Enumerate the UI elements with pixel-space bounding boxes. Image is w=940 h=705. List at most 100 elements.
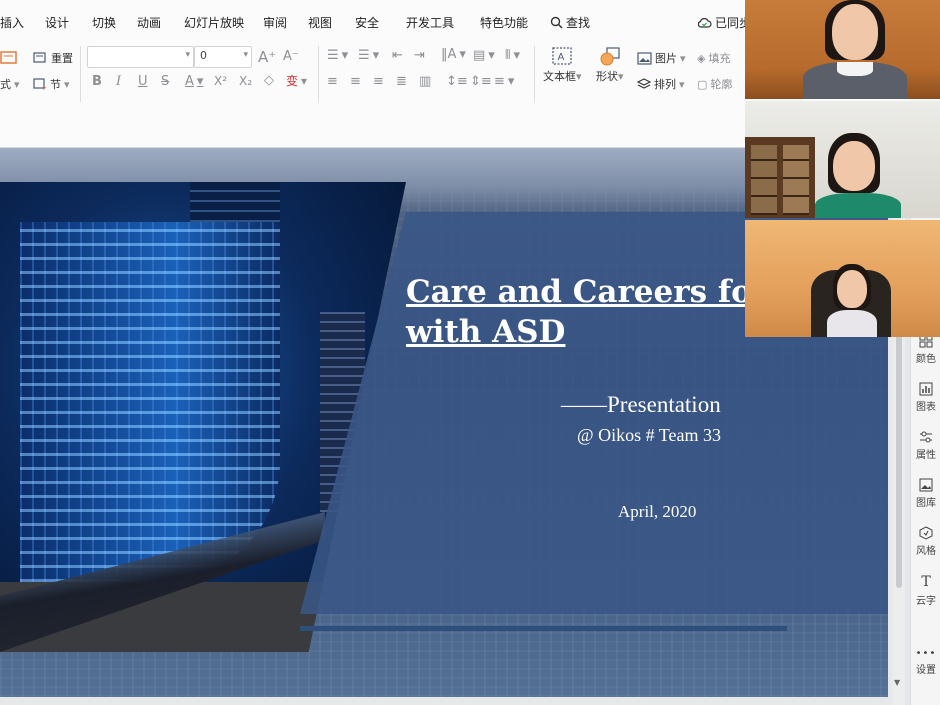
- text-direction-button[interactable]: ‖A ▾: [441, 47, 466, 62]
- superscript-button[interactable]: X²: [214, 74, 227, 88]
- grow-font-icon: A⁺: [258, 48, 277, 66]
- tab-transition[interactable]: 切换: [92, 14, 116, 31]
- strikethrough-button[interactable]: S: [161, 74, 169, 89]
- justify-button[interactable]: ≣: [396, 74, 407, 89]
- cloud-font-icon: T: [921, 574, 931, 590]
- font-name-input[interactable]: ▾: [87, 46, 194, 68]
- align-right-icon: ≡: [373, 74, 384, 89]
- align-center-button[interactable]: ≡: [350, 74, 361, 89]
- paragraph-spacing-button[interactable]: ⇕≡: [470, 74, 492, 89]
- text-layout-icon: ≡: [494, 74, 505, 89]
- fill-button[interactable]: ◈ 填充: [697, 50, 730, 66]
- align-text-button[interactable]: ▤ ▾: [473, 48, 495, 63]
- task-pane-properties[interactable]: 属性: [911, 430, 940, 461]
- slide-team-name[interactable]: @ Oikos # Team 33: [577, 425, 721, 446]
- line-spacing-icon: ↕≡: [446, 74, 468, 89]
- task-pane-label: 图库: [916, 498, 936, 509]
- chevron-down-icon: ▾: [185, 50, 190, 60]
- underline-button[interactable]: U: [138, 74, 148, 89]
- video-tile-participant-1[interactable]: [745, 0, 940, 99]
- tab-review[interactable]: 审阅: [263, 14, 287, 31]
- task-pane-cloud-font[interactable]: T 云字: [911, 574, 940, 607]
- outline-button[interactable]: ▢ 轮廓: [697, 76, 732, 92]
- ribbon-divider: [318, 46, 319, 102]
- bold-button[interactable]: B: [92, 74, 102, 89]
- distributed-button[interactable]: ▥: [419, 74, 431, 89]
- arrange-button[interactable]: 排列 ▾: [637, 76, 685, 92]
- arrange-icon: [637, 77, 651, 89]
- decrease-indent-button[interactable]: ⇤: [392, 48, 403, 63]
- text-box-button[interactable]: A 文本框▾: [543, 46, 582, 84]
- section-button[interactable]: + 节 ▾: [33, 76, 70, 92]
- reset-button[interactable]: 重置: [33, 50, 73, 66]
- sync-status[interactable]: 已同步: [697, 14, 751, 31]
- line-spacing-button[interactable]: ↕≡: [446, 74, 468, 89]
- video-tile-participant-3[interactable]: [745, 220, 940, 337]
- fill-label: 填充: [708, 52, 731, 65]
- italic-button[interactable]: I: [116, 74, 121, 89]
- reset-icon: [33, 52, 46, 63]
- layout-button[interactable]: [0, 50, 18, 66]
- tab-design[interactable]: 设计: [45, 14, 69, 31]
- task-pane-style[interactable]: 风格: [911, 526, 940, 557]
- font-color-icon: A: [185, 74, 194, 89]
- picture-button[interactable]: 图片 ▾: [637, 50, 686, 66]
- grow-font-button[interactable]: A⁺: [258, 48, 276, 66]
- layout-style-dropdown[interactable]: 式 ▾: [0, 76, 20, 92]
- columns-icon: ⫴: [505, 48, 511, 63]
- font-color-button[interactable]: A ▾: [185, 74, 203, 89]
- shape-icon: [600, 47, 620, 66]
- clear-format-button[interactable]: ◇: [264, 73, 274, 88]
- search-command[interactable]: 查找: [550, 14, 590, 31]
- presentation-app-window: 插入 设计 切换 动画 幻灯片放映 审阅 视图 安全 开发工具 特色功能 查找 …: [0, 0, 940, 705]
- task-pane-settings[interactable]: ••• 设置: [911, 648, 940, 676]
- slide-date[interactable]: April, 2020: [618, 502, 696, 522]
- subscript-button[interactable]: X₂: [239, 74, 252, 88]
- task-pane-chart[interactable]: 图表: [911, 382, 940, 413]
- section-icon: +: [33, 78, 47, 91]
- tab-animation[interactable]: 动画: [137, 14, 161, 31]
- distributed-icon: ▥: [419, 74, 432, 89]
- bullet-list-button[interactable]: ☰ ▾: [327, 48, 348, 63]
- tab-view[interactable]: 视图: [308, 14, 332, 31]
- curved-glass-building: [20, 222, 280, 582]
- numbered-list-button[interactable]: ☰ ▾: [358, 48, 379, 63]
- tab-developer-tools[interactable]: 开发工具: [406, 14, 454, 31]
- picture-icon: [637, 51, 652, 65]
- more-options-icon: •••: [915, 648, 937, 659]
- task-pane-label: 属性: [916, 450, 936, 461]
- tab-special-features[interactable]: 特色功能: [480, 14, 528, 31]
- task-pane-color[interactable]: 颜色: [911, 334, 940, 365]
- participant-avatar: [811, 264, 891, 337]
- slide-subtitle[interactable]: ——Presentation: [561, 392, 721, 418]
- scrollbar-thumb[interactable]: [896, 328, 902, 588]
- chevron-down-icon: ▾: [576, 70, 582, 83]
- chevron-down-icon: ▾: [507, 74, 515, 89]
- arrange-label: 排列: [654, 78, 676, 91]
- task-pane-gallery[interactable]: 图库: [911, 478, 940, 509]
- text-layout-button[interactable]: ≡ ▾: [494, 74, 514, 89]
- superscript-icon: X²: [214, 74, 228, 88]
- tab-slideshow[interactable]: 幻灯片放映: [184, 14, 244, 31]
- search-label: 查找: [566, 16, 591, 30]
- ribbon-divider: [534, 46, 535, 102]
- align-left-button[interactable]: ≡: [327, 74, 338, 89]
- eraser-icon: ◇: [264, 73, 274, 88]
- columns-button[interactable]: ⫴ ▾: [505, 48, 520, 63]
- paragraph-spacing-icon: ⇕≡: [470, 74, 492, 89]
- increase-indent-button[interactable]: ⇥: [414, 48, 425, 63]
- tab-security[interactable]: 安全: [355, 14, 379, 31]
- subscript-icon: X₂: [239, 74, 253, 88]
- task-pane-label: 颜色: [916, 354, 936, 365]
- scroll-down-arrow-icon[interactable]: ▼: [894, 678, 900, 687]
- chart-icon: [919, 382, 933, 396]
- phonetic-guide-button[interactable]: 变 ▾: [286, 72, 307, 89]
- chevron-down-icon: ▾: [679, 77, 685, 91]
- align-right-button[interactable]: ≡: [373, 74, 384, 89]
- shape-button[interactable]: 形状▾: [596, 46, 624, 84]
- reset-label: 重置: [51, 52, 73, 65]
- shrink-font-button[interactable]: A⁻: [283, 49, 299, 64]
- video-tile-participant-2[interactable]: [745, 101, 940, 218]
- font-size-input[interactable]: 0 ▾: [194, 46, 252, 68]
- tab-insert[interactable]: 插入: [0, 14, 24, 31]
